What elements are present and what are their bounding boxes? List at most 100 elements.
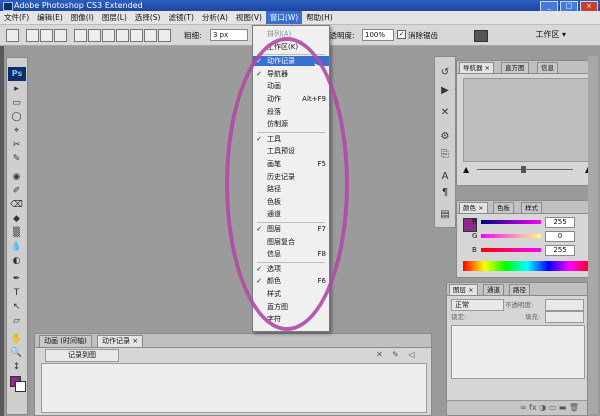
layer-actions-icons[interactable]: ∞ fx ◑ ▭ ▬ 🗑 (520, 403, 579, 412)
ellipse-icon[interactable] (116, 29, 129, 42)
green-value[interactable]: 0 (545, 231, 575, 242)
tab-styles[interactable]: 样式 (521, 202, 542, 213)
window-menu-item[interactable]: 工具预设 (253, 146, 329, 156)
tab-navigator[interactable]: 导航器 × (459, 62, 495, 73)
clone-source-icon[interactable]: ⎘ (439, 149, 451, 161)
paths-icon[interactable] (40, 29, 53, 42)
menu-edit[interactable]: 编辑(E) (33, 11, 67, 24)
tab-info[interactable]: 信息 (537, 62, 558, 73)
red-slider[interactable]: R 255 (472, 217, 577, 228)
menu-image[interactable]: 图像(I) (67, 11, 98, 24)
red-value[interactable]: 255 (545, 217, 575, 228)
crop-tool-icon[interactable]: ✂ (10, 140, 23, 151)
custom-shape-icon[interactable] (158, 29, 171, 42)
actions-panel-icon[interactable]: ▶ (439, 85, 451, 97)
window-menu-item[interactable]: 字符 (253, 314, 329, 324)
tab-action-record[interactable]: 动作记录 × (97, 335, 144, 347)
path-select-tool-icon[interactable]: ↖ (10, 302, 23, 313)
record-button[interactable]: 记录到图 (45, 349, 119, 362)
swap-colors-icon[interactable]: ↕ (10, 362, 23, 373)
fill-pixels-icon[interactable] (54, 29, 67, 42)
blue-value[interactable]: 255 (545, 245, 575, 256)
window-menu-item[interactable]: 图层复合 (253, 237, 329, 247)
window-menu-item[interactable]: 色板 (253, 197, 329, 207)
tab-color[interactable]: 颜色 × (459, 202, 488, 213)
tab-animation[interactable]: 动画 (时间轴) (39, 335, 92, 347)
type-tool-icon[interactable]: T (10, 288, 23, 299)
tab-layers[interactable]: 图层 × (449, 284, 478, 295)
character-panel-icon[interactable]: A (439, 171, 451, 183)
window-menu-item[interactable]: ✓ 颜色 F6 (253, 276, 329, 286)
window-menu-item[interactable]: 路径 (253, 184, 329, 194)
shape-tool-icon[interactable]: ▱ (10, 316, 23, 327)
tab-channels[interactable]: 通道 (483, 284, 504, 295)
lasso-tool-icon[interactable]: ◯ (10, 112, 23, 123)
antialias-checkbox[interactable]: ✓ (397, 30, 406, 39)
magic-wand-tool-icon[interactable]: ⌖ (10, 126, 23, 137)
window-menu-item[interactable]: ✓ 选项 (253, 264, 329, 274)
zoom-out-icon[interactable]: ▲ (463, 165, 469, 174)
navigator-preview[interactable] (463, 78, 593, 162)
menu-help[interactable]: 帮助(H) (302, 11, 337, 24)
shape-layers-icon[interactable] (26, 29, 39, 42)
window-menu-item[interactable]: 仿制源 (253, 119, 329, 129)
window-menu-item[interactable]: 画笔 F5 (253, 159, 329, 169)
delete-icon[interactable]: ✕ (375, 350, 384, 359)
window-menu-item[interactable]: 段落 (253, 107, 329, 117)
pen-icon[interactable] (74, 29, 87, 42)
tool-presets-icon[interactable]: ⚙ (439, 131, 451, 143)
move-tool-icon[interactable]: ▸ (10, 84, 23, 95)
color-ramp[interactable] (463, 261, 591, 271)
tab-paths[interactable]: 路径 (509, 284, 530, 295)
fill-input[interactable] (545, 311, 584, 323)
marquee-tool-icon[interactable]: ▭ (10, 98, 23, 109)
background-color-swatch[interactable] (15, 381, 26, 392)
blend-mode-select[interactable]: 正常 (451, 299, 504, 311)
window-menu-item[interactable]: 历史记录 (253, 172, 329, 182)
brush-tool-icon[interactable]: ✐ (10, 186, 23, 197)
palette-well-icon[interactable] (474, 30, 488, 42)
stamp-tool-icon[interactable]: ◆ (10, 214, 23, 225)
gradient-tool-icon[interactable]: ▒ (10, 228, 23, 239)
window-menu-item[interactable]: ✓ 工具 (253, 134, 329, 144)
hand-tool-icon[interactable]: ✋ (10, 334, 23, 345)
menu-window[interactable]: 窗口(W) (265, 11, 303, 24)
window-menu-item[interactable]: 样式 (253, 289, 329, 299)
menu-analysis[interactable]: 分析(A) (198, 11, 232, 24)
green-slider[interactable]: G 0 (472, 231, 577, 242)
edit-icon[interactable]: ✎ (391, 350, 400, 359)
window-menu-item[interactable]: 动画 (253, 81, 329, 91)
workspace-button[interactable]: 工作区 ▾ (535, 29, 566, 40)
zoom-knob[interactable] (521, 166, 526, 173)
rectangle-icon[interactable] (88, 29, 101, 42)
menu-layer[interactable]: 图层(L) (98, 11, 131, 24)
window-menu-item[interactable]: 直方图 (253, 302, 329, 312)
tab-histogram[interactable]: 直方图 (501, 62, 529, 73)
layer-comps-icon[interactable]: ▤ (439, 209, 451, 221)
menu-filter[interactable]: 滤镜(T) (165, 11, 198, 24)
window-menu-item[interactable]: 排列(A) (253, 29, 329, 39)
dodge-tool-icon[interactable]: ◐ (10, 256, 23, 267)
zoom-slider[interactable]: ▲ ▲ (463, 165, 591, 174)
zoom-tool-icon[interactable]: 🔍 (10, 348, 23, 359)
tool-preset-icon[interactable] (6, 29, 19, 42)
eraser-tool-icon[interactable]: ⌫ (10, 200, 23, 211)
paragraph-panel-icon[interactable]: ¶ (439, 187, 451, 199)
blue-slider[interactable]: B 255 (472, 245, 577, 256)
blur-tool-icon[interactable]: 💧 (10, 242, 23, 253)
slice-tool-icon[interactable]: ✎ (10, 154, 23, 165)
back-icon[interactable]: ◁ (407, 350, 416, 359)
layer-opacity-input[interactable] (545, 299, 584, 311)
window-menu-item[interactable]: 信息 F8 (253, 249, 329, 259)
window-menu-item[interactable]: 动作 Alt+F9 (253, 94, 329, 104)
tab-swatches[interactable]: 色板 (493, 202, 514, 213)
menu-view[interactable]: 视图(V) (232, 11, 266, 24)
menu-file[interactable]: 文件(F) (0, 11, 33, 24)
line-icon[interactable] (144, 29, 157, 42)
brush-size-input[interactable]: 3 px (210, 29, 248, 41)
window-menu-item[interactable]: 工作区(K) (253, 42, 329, 52)
brushes-panel-icon[interactable]: ✕ (439, 107, 451, 119)
menu-select[interactable]: 选择(S) (131, 11, 165, 24)
window-menu-item[interactable]: ✓ 图层 F7 (253, 224, 329, 234)
opacity-input[interactable]: 100% (362, 29, 394, 41)
